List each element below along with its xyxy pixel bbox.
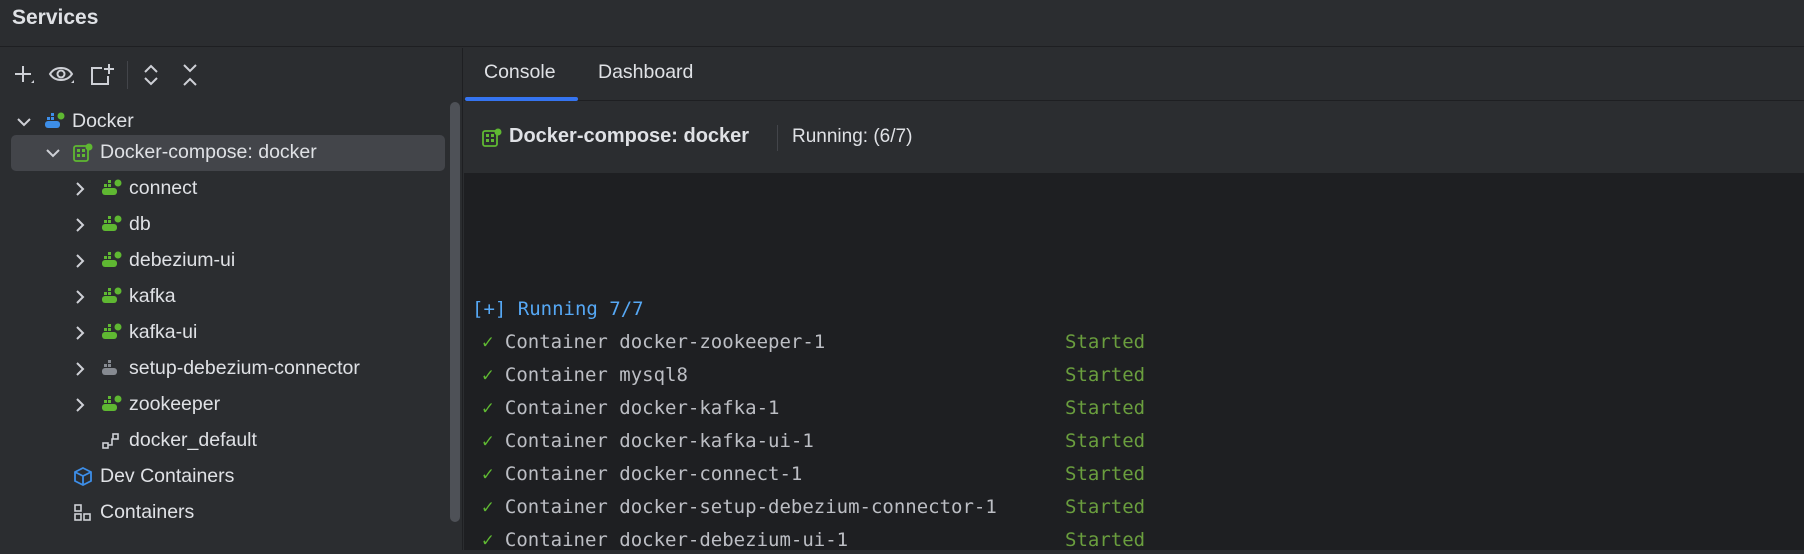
expand-all-button[interactable] xyxy=(136,60,166,90)
console-line-text: Container docker-connect-1 xyxy=(504,463,803,485)
check-icon: ✓ xyxy=(482,463,494,485)
console-output[interactable]: [+] Running 7/7 ✓ Container docker-zooke… xyxy=(464,175,1804,551)
details-header: Docker-compose: docker Running: (6/7) xyxy=(464,101,1804,174)
console-line-text: Container docker-debezium-ui-1 xyxy=(504,529,849,551)
tree-node-service-kafka-ui[interactable]: kafka-ui xyxy=(0,315,445,351)
check-icon: ✓ xyxy=(482,331,494,353)
docker-service-stopped-icon xyxy=(102,360,117,375)
plus-icon xyxy=(15,66,34,83)
docker-service-icon xyxy=(102,251,122,267)
check-icon: ✓ xyxy=(482,496,494,518)
chevron-right-icon xyxy=(76,326,85,340)
collapse-all-icon xyxy=(183,64,197,86)
chevron-right-icon xyxy=(76,362,85,376)
console-line-status: Started xyxy=(1065,331,1146,353)
tree-node-label: Containers xyxy=(100,501,195,523)
console-line-status: Started xyxy=(1065,397,1146,419)
check-icon: ✓ xyxy=(482,430,494,452)
tree-node-label: Dev Containers xyxy=(100,465,235,487)
tree-node-service-zookeeper[interactable]: zookeeper xyxy=(0,387,445,423)
tree-node-docker-compose[interactable]: Docker-compose: docker xyxy=(11,135,445,171)
console-line: ✓ Container docker-zookeeper-1 Started xyxy=(482,328,1145,356)
docker-icon xyxy=(45,112,65,128)
console-line-status: Started xyxy=(1065,496,1146,518)
running-status: Running: (6/7) xyxy=(792,126,913,147)
containers-icon xyxy=(74,504,91,521)
tree-node-containers[interactable]: Containers xyxy=(0,495,445,531)
expand-all-icon xyxy=(144,64,158,86)
tool-window-title: Services xyxy=(12,6,99,29)
console-line-text: Container docker-setup-debezium-connecto… xyxy=(504,496,997,518)
compose-title: Docker-compose: docker xyxy=(509,125,750,147)
docker-service-icon xyxy=(102,179,122,195)
tree-node-service-connect[interactable]: connect xyxy=(0,171,445,207)
chevron-down-icon xyxy=(46,149,60,158)
tree-node-label: db xyxy=(129,213,151,235)
console-line: ✓ Container docker-kafka-1 Started xyxy=(482,394,1145,422)
docker-service-icon xyxy=(102,395,122,411)
tree-node-label: kafka-ui xyxy=(129,321,198,343)
tree-node-label: debezium-ui xyxy=(129,249,236,271)
services-toolbar xyxy=(0,48,462,100)
chevron-right-icon xyxy=(76,290,85,304)
collapse-all-button[interactable] xyxy=(175,60,205,90)
tree-node-service-db[interactable]: db xyxy=(0,207,445,243)
console-line-status: Started xyxy=(1065,463,1146,485)
console-line-text: Container docker-kafka-1 xyxy=(504,397,780,419)
tab-dashboard[interactable]: Dashboard xyxy=(598,61,693,84)
tree-node-network-docker-default[interactable]: docker_default xyxy=(0,423,445,459)
open-in-new-tab-button[interactable] xyxy=(87,60,117,90)
details-tab-bar: Console Dashboard xyxy=(464,48,1804,101)
chevron-right-icon xyxy=(76,254,85,268)
compose-icon xyxy=(73,143,93,162)
tool-window-header: Services xyxy=(0,0,1804,47)
docker-service-icon xyxy=(102,215,122,231)
tree-node-service-setup-debezium-connector[interactable]: setup-debezium-connector xyxy=(0,351,445,387)
chevron-right-icon xyxy=(76,218,85,232)
console-line: ✓ Container docker-setup-debezium-connec… xyxy=(482,493,1145,521)
compose-icon xyxy=(482,128,502,147)
add-service-button[interactable] xyxy=(9,60,39,90)
console-line: ✓ Container mysql8 Started xyxy=(482,361,1145,389)
view-options-button[interactable] xyxy=(47,60,77,90)
chevron-down-icon xyxy=(17,118,31,127)
chevron-right-icon xyxy=(76,398,85,412)
tree-node-label: connect xyxy=(129,177,198,199)
tree-scrollbar[interactable] xyxy=(450,102,460,522)
services-tree-panel: Docker Docker-compose: docker connect db… xyxy=(0,48,463,550)
check-icon: ✓ xyxy=(482,364,494,386)
console-line-text: Container mysql8 xyxy=(504,364,688,386)
tree-node-label: kafka xyxy=(129,285,176,307)
tree-node-label: Docker-compose: docker xyxy=(100,141,317,163)
add-tab-icon xyxy=(91,64,114,85)
tree-node-label: zookeeper xyxy=(129,393,221,415)
header-separator xyxy=(777,125,778,151)
tree-node-label: Docker xyxy=(72,110,134,132)
console-line-status: Started xyxy=(1065,430,1146,452)
console-running-line: [+] Running 7/7 xyxy=(472,298,644,320)
docker-service-icon xyxy=(102,323,122,339)
console-line-status: Started xyxy=(1065,364,1146,386)
console-line-text: Container docker-zookeeper-1 xyxy=(504,331,826,353)
console-line: ✓ Container docker-kafka-ui-1 Started xyxy=(482,427,1145,455)
network-icon xyxy=(102,433,119,449)
console-line: ✓ Container docker-connect-1 Started xyxy=(482,460,1145,488)
service-details-panel: Console Dashboard Docker-compose: docker… xyxy=(464,48,1804,551)
check-icon: ✓ xyxy=(482,397,494,419)
check-icon: ✓ xyxy=(482,529,494,551)
eye-icon xyxy=(48,67,74,83)
tree-node-service-kafka[interactable]: kafka xyxy=(0,279,445,315)
tree-node-label: setup-debezium-connector xyxy=(129,357,360,379)
toolbar-separator xyxy=(127,61,128,89)
dev-containers-icon xyxy=(74,467,92,487)
tab-console[interactable]: Console xyxy=(484,61,556,84)
tree-node-label: docker_default xyxy=(129,429,257,451)
chevron-right-icon xyxy=(76,182,85,196)
tree-node-dev-containers[interactable]: Dev Containers xyxy=(0,459,445,495)
docker-service-icon xyxy=(102,287,122,303)
console-line-text: Container docker-kafka-ui-1 xyxy=(504,430,814,452)
tree-node-service-debezium-ui[interactable]: debezium-ui xyxy=(0,243,445,279)
